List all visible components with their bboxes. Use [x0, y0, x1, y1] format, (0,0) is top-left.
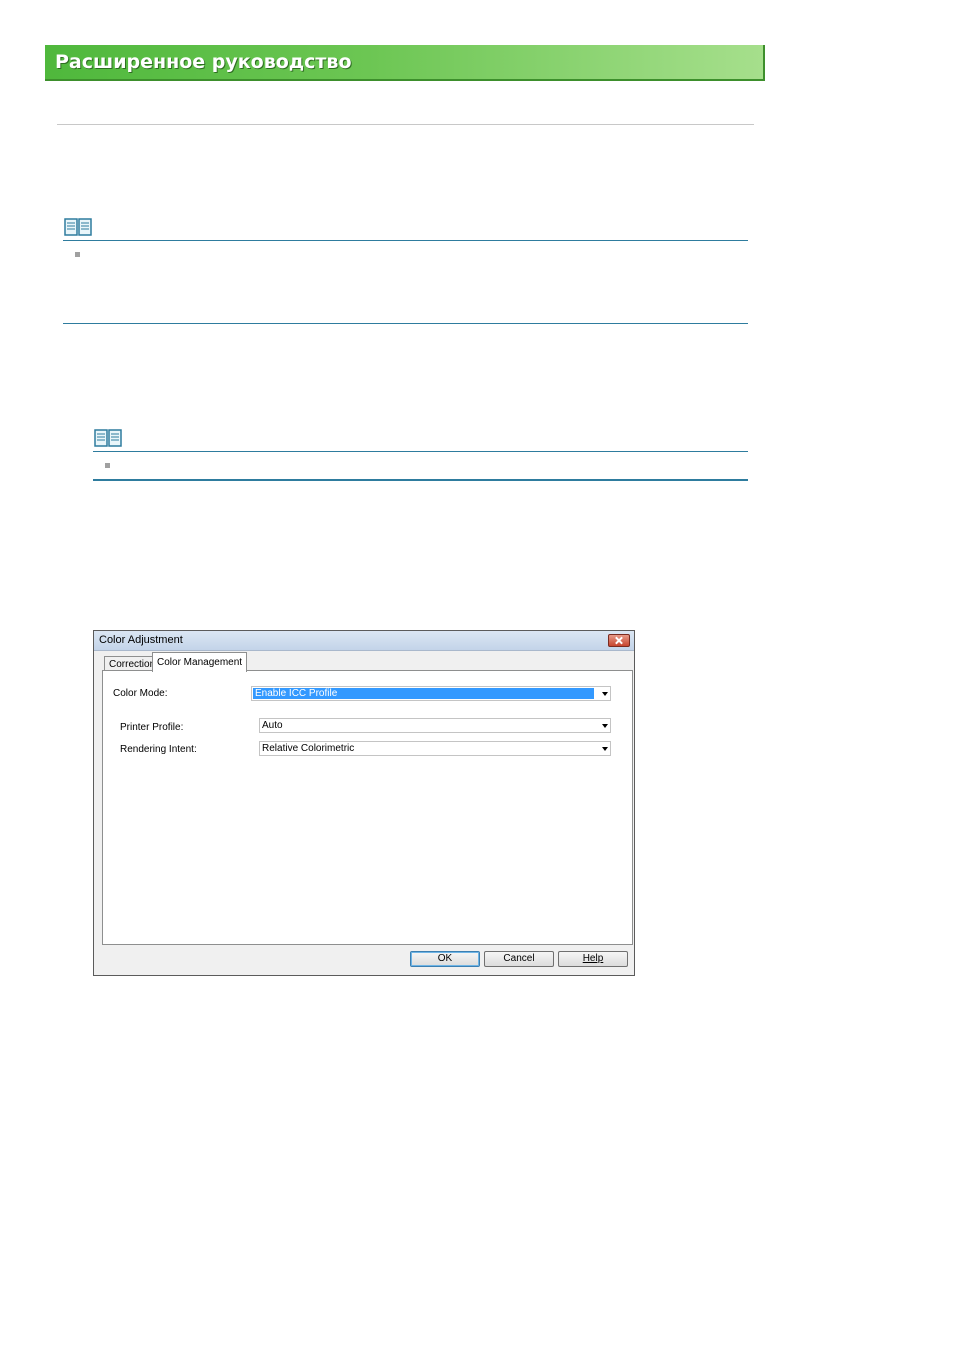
- header-banner: Расширенное руководство: [45, 45, 765, 81]
- dialog-title: Color Adjustment: [99, 634, 183, 646]
- note-bullet: [75, 252, 80, 257]
- note-bullet: [105, 463, 110, 468]
- printer-profile-value: Auto: [262, 720, 283, 731]
- color-mode-select[interactable]: Enable ICC Profile: [251, 686, 611, 701]
- rendering-intent-value: Relative Colorimetric: [262, 743, 355, 754]
- color-mode-value: Enable ICC Profile: [253, 688, 594, 699]
- note-divider: [63, 323, 748, 324]
- help-button[interactable]: Help: [558, 951, 628, 967]
- printer-profile-select[interactable]: Auto: [259, 718, 611, 733]
- rendering-intent-label: Rendering Intent:: [120, 744, 197, 755]
- cancel-button[interactable]: Cancel: [484, 951, 554, 967]
- note-divider: [63, 240, 748, 241]
- rendering-intent-select[interactable]: Relative Colorimetric: [259, 741, 611, 756]
- printer-profile-label: Printer Profile:: [120, 722, 184, 733]
- tab-color-management[interactable]: Color Management: [152, 652, 248, 672]
- color-management-panel: Color Mode: Enable ICC Profile Printer P…: [102, 670, 633, 945]
- note-book-icon: [94, 429, 122, 447]
- dialog-titlebar: Color Adjustment: [94, 631, 634, 651]
- color-mode-label: Color Mode:: [113, 688, 168, 699]
- ok-button[interactable]: OK: [410, 951, 480, 967]
- divider-top: [57, 124, 754, 125]
- note-divider: [93, 451, 748, 452]
- note-book-icon: [64, 218, 92, 236]
- note-divider: [93, 479, 748, 481]
- chevron-down-icon: [602, 747, 608, 751]
- color-adjustment-dialog: Color Adjustment Correction Color Manage…: [93, 630, 635, 976]
- chevron-down-icon: [602, 724, 608, 728]
- page-title: Расширенное руководство: [55, 51, 352, 73]
- close-icon[interactable]: [608, 634, 630, 647]
- chevron-down-icon: [602, 692, 608, 696]
